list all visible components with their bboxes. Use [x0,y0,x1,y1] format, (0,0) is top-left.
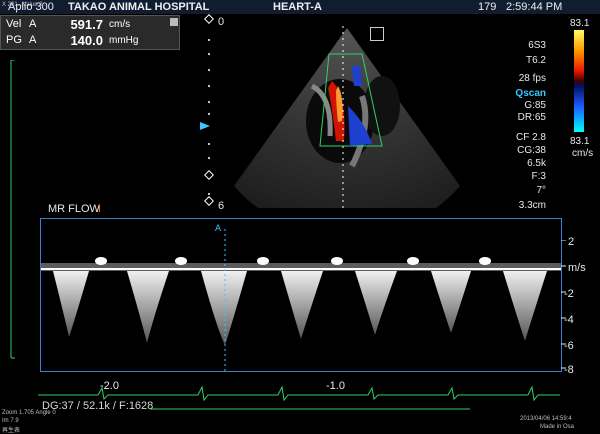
focus-marker-icon[interactable] [198,120,212,134]
velocity-unit: m/s [568,262,586,274]
zoom-info: Zoom 1.705 Angle 0 [2,410,56,416]
doppler-spectrum-panel[interactable]: A [40,218,562,372]
color-frequency: CF 2.8 [515,132,546,143]
frame-rate: 28 fps [518,73,546,84]
exam-preset: HEART-A [273,1,322,13]
panel-handle-icon[interactable] [170,18,178,26]
prf-value: 6.5k [527,158,546,169]
color-velocity-bar [574,30,584,132]
velocity-tick-2: 2 [568,236,575,248]
clock: 2:59:44 PM [506,1,563,13]
vel-unit: cm/s [109,19,131,30]
vel-value: 591.7 [70,17,103,32]
vel-channel: A [29,18,37,30]
doppler-spectrum [41,229,561,371]
system-name: Aplio 300 [8,1,54,13]
probe-name: 6S3 [528,40,546,51]
pg-label: PG [6,34,22,46]
depth-scale [204,14,214,206]
doppler-cursor-label: A [215,223,222,233]
qscan-label: Qscan [515,88,546,99]
left-trace-bracket [10,60,15,359]
measurement-panel[interactable]: Vel A 591.7 cm/s PG A 140.0 mmHg [0,15,180,50]
doppler-title: MR FLOW [48,203,100,215]
sample-depth: 3.3cm [518,200,546,211]
title-cursor-icon: I [98,203,102,215]
colorbar-min: 83.1 [570,136,590,147]
probe-orientation-icon [370,27,384,41]
gain-value: G:85 [524,100,546,111]
vel-label: Vel [6,18,22,30]
depth-mode: T6.2 [525,55,546,66]
timeline-bar[interactable] [150,406,470,412]
top-status-bar: X 201...Value 2 ... Aplio 300 TAKAO ANIM… [0,0,600,14]
filter-value: F:3 [531,171,546,182]
pg-channel: A [29,34,37,46]
colorbar-max: 83.1 [570,18,590,29]
doppler-status: DG:37 / 52.1k / F:1628 [42,400,154,412]
dynamic-range: DR:65 [517,112,546,123]
velocity-scale-ticks [561,240,566,369]
made-in: Made in Osa [540,424,575,430]
colorbar-unit: cm/s [572,148,594,159]
mode-info: 再生表 [2,428,21,434]
hospital-name: TAKAO ANIMAL HOSPITAL [68,1,210,13]
pg-unit: mmHg [109,35,139,46]
pg-value: 140.0 [70,33,103,48]
echo-sector-image [234,26,460,208]
steer-angle: 7° [536,185,546,196]
im-info: Im 7.9 [2,418,19,424]
frame-number: 179 [478,1,497,13]
color-gain: CG:38 [517,145,546,156]
datetime: 2013/04/06 14:59:4 [520,416,572,422]
